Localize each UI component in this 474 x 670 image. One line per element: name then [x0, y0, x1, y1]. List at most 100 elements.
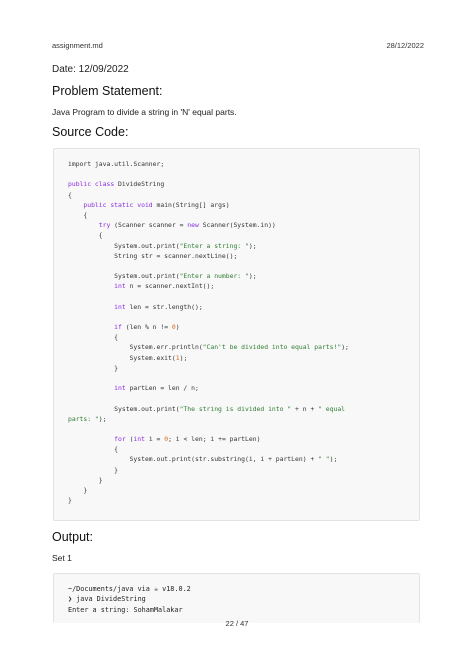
code-line: { — [68, 210, 411, 220]
code-token: (Scanner scanner = — [110, 221, 188, 230]
code-token: } — [68, 496, 72, 505]
code-token: ); — [329, 455, 338, 464]
code-token: { — [68, 445, 119, 454]
code-line: { — [68, 190, 411, 200]
problem-statement-heading: Problem Statement: — [52, 84, 163, 98]
code-token: " " — [318, 455, 330, 464]
code-token: ) — [175, 323, 180, 331]
code-token: System.out.print( — [68, 404, 180, 413]
code-token: n = scanner.nextInt(); — [125, 282, 215, 291]
code-token: DivideString — [114, 180, 165, 189]
code-token: public class — [68, 180, 115, 189]
code-line: int partLen = len / n; — [68, 383, 411, 393]
code-line: parts: "); — [68, 414, 411, 424]
code-token: { — [68, 231, 103, 240]
code-line: } — [68, 363, 411, 373]
output-block: ~/Documents/java via ☕ v18.0.2 ❯ java Div… — [53, 573, 420, 623]
code-token: String str = scanner.nextLine(); — [68, 251, 238, 260]
code-line: { — [68, 230, 411, 240]
code-line: } — [68, 495, 411, 505]
code-token: try — [98, 221, 111, 230]
output-line: ~/Documents/java via ☕ v18.0.2 — [68, 585, 191, 593]
code-token: { — [68, 210, 88, 219]
page-number: 22 / 47 — [225, 619, 249, 628]
code-token: int — [114, 384, 126, 393]
code-line: if (len % n != 0) — [68, 322, 411, 332]
code-token: } — [68, 486, 88, 494]
code-token: int — [114, 282, 126, 291]
code-line: String str = scanner.nextLine(); — [68, 251, 411, 261]
source-code-text: import java.util.Scanner; public class Di… — [68, 159, 411, 505]
code-token: System.out.print( — [68, 241, 180, 250]
code-line: int len = str.length(); — [68, 302, 411, 312]
code-token: int — [133, 435, 145, 444]
assignment-date: Date: 12/09/2022 — [52, 64, 129, 75]
code-token: } — [68, 465, 119, 474]
source-code-block: import java.util.Scanner; public class Di… — [53, 148, 420, 521]
code-token: len = str.length(); — [125, 302, 203, 311]
code-token: (len % n != — [121, 323, 172, 331]
code-token: if — [114, 323, 122, 331]
code-token: "Enter a string: " — [179, 241, 249, 250]
code-line: { — [68, 444, 411, 454]
code-line: } — [68, 485, 411, 495]
code-line: try (Scanner scanner = new Scanner(Syste… — [68, 220, 411, 230]
code-token: import java.util.Scanner; — [68, 160, 165, 168]
code-token: ); — [341, 343, 349, 352]
code-token: ); — [98, 414, 107, 423]
code-token: "The string is divided into " — [179, 404, 292, 413]
code-line: public static void main(String[] args) — [68, 200, 411, 210]
code-token: "Can't be divided into equal parts!" — [202, 343, 342, 352]
code-token: for — [114, 435, 126, 444]
code-token: public static void — [83, 200, 153, 209]
code-token: System.exit( — [68, 353, 176, 362]
code-line: { — [68, 332, 411, 342]
code-line: System.out.print("Enter a number: "); — [68, 271, 411, 281]
code-line: System.exit(1); — [68, 353, 411, 363]
header-date: 28/12/2022 — [386, 41, 424, 50]
code-token: Scanner(System.in)) — [198, 221, 276, 230]
code-token: i = — [144, 435, 165, 444]
code-line: System.err.println("Can't be divided int… — [68, 342, 411, 352]
code-token: System.err.println( — [68, 343, 203, 352]
code-token: ); — [248, 272, 257, 281]
code-token: main(String[] args) — [152, 200, 230, 209]
source-code-heading: Source Code: — [52, 125, 129, 139]
output-text: ~/Documents/java via ☕ v18.0.2 ❯ java Div… — [68, 584, 411, 615]
code-token: " equal — [318, 404, 346, 413]
code-line: } — [68, 465, 411, 475]
code-token: { — [68, 190, 72, 199]
code-token: System.out.print(str.substring(i, i + pa… — [68, 455, 319, 464]
code-line: for (int i = 0; i < len; i += partLen) — [68, 434, 411, 444]
code-token: } — [68, 475, 103, 484]
code-token: int — [114, 302, 126, 311]
header-filename: assignment.md — [52, 41, 103, 50]
code-line: System.out.print("The string is divided … — [68, 404, 411, 414]
code-token: } — [68, 363, 119, 372]
code-token: partLen = len / n; — [125, 384, 199, 393]
code-token: parts: " — [68, 414, 99, 423]
code-line: System.out.print(str.substring(i, i + pa… — [68, 454, 411, 464]
code-line: System.out.print("Enter a string: "); — [68, 241, 411, 251]
code-token: "Enter a number: " — [179, 272, 249, 281]
code-line: import java.util.Scanner; — [68, 159, 411, 169]
code-token: ); — [179, 353, 188, 362]
code-token: + n + — [291, 404, 319, 413]
output-line: Enter a string: SohamMalakar — [68, 605, 183, 614]
code-line: public class DivideString — [68, 179, 411, 189]
output-line: ❯ java DivideString — [68, 595, 146, 604]
code-token: ); — [248, 241, 257, 250]
